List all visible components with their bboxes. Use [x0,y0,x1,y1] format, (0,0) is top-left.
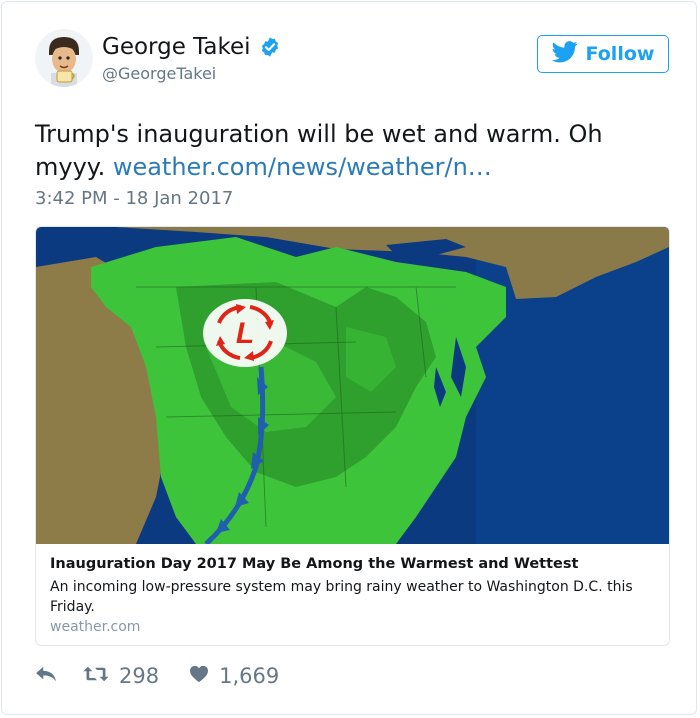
tweet-card: George Takei @GeorgeTakei Follow Trump's… [1,1,697,715]
card-title[interactable]: Inauguration Day 2017 May Be Among the W… [50,556,578,572]
author-name[interactable]: George Takei [102,34,251,60]
verified-badge-icon [259,36,281,58]
retweet-count: 298 [119,664,160,688]
author-name-row[interactable]: George Takei [102,34,281,60]
follow-button[interactable]: Follow [537,35,669,73]
tweet-actions: 298 1,669 [35,664,279,688]
like-button[interactable]: 1,669 [189,664,279,688]
card-domain: weather.com [50,619,141,635]
reply-icon [35,664,57,688]
retweet-icon [83,664,109,688]
retweet-button[interactable]: 298 [83,664,159,688]
like-count: 1,669 [219,664,280,688]
author-handle[interactable]: @GeorgeTakei [102,64,216,83]
card-description: An incoming low-pressure system may brin… [50,579,633,615]
reply-button[interactable] [35,664,57,688]
weather-map-image: L [36,227,669,544]
tweet-text: Trump's inauguration will be wet and war… [35,118,655,184]
tweet-timestamp[interactable]: 3:42 PM - 18 Jan 2017 [35,188,233,209]
avatar[interactable] [35,29,93,87]
tweet-link[interactable]: weather.com/news/weather/n… [113,153,492,181]
link-card[interactable]: L Inauguration Day 2017 May Be Among the… [35,226,670,646]
low-pressure-label: L [236,317,254,350]
follow-label: Follow [585,43,655,65]
twitter-bird-icon [551,40,578,68]
heart-icon [189,664,209,688]
avatar-illustration-icon [35,29,93,87]
